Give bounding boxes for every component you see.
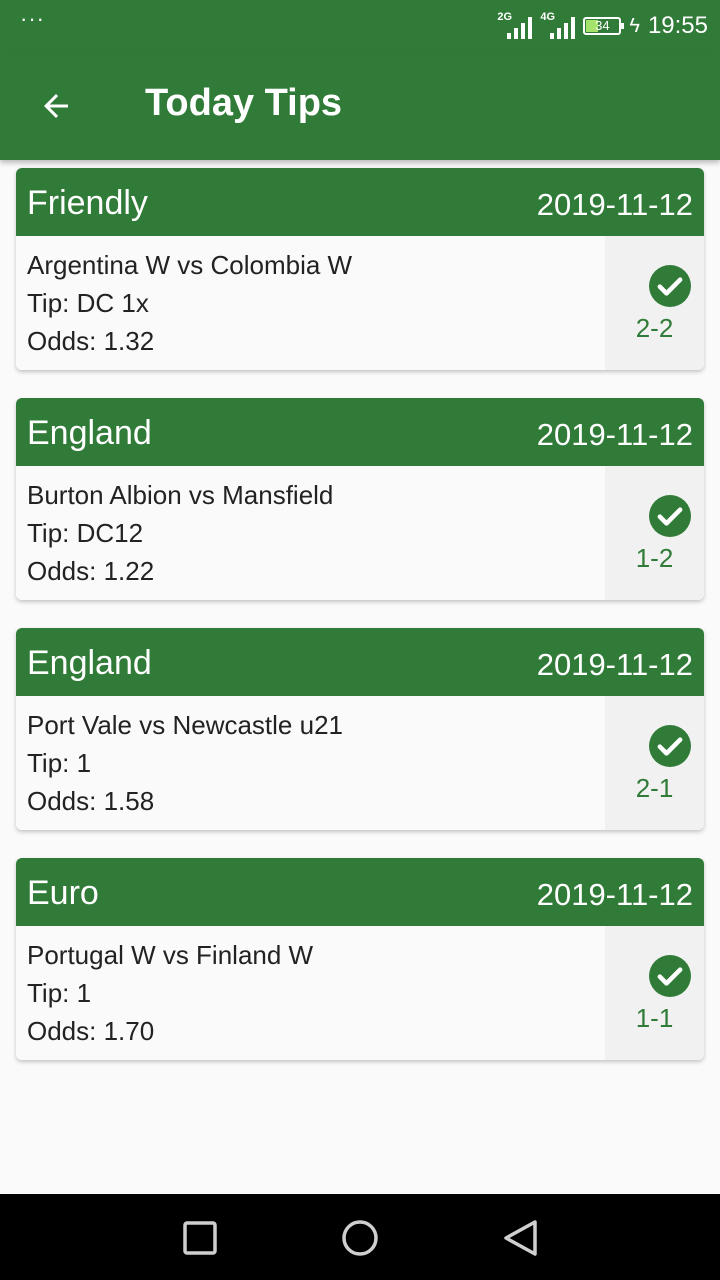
card-body: Port Vale vs Newcastle u21 Tip: 1 Odds: …	[16, 696, 605, 830]
home-button[interactable]	[332, 1210, 388, 1266]
tip-text: Tip: 1	[27, 748, 92, 778]
tip-card[interactable]: England 2019-11-12 Port Vale vs Newcastl…	[16, 628, 704, 830]
network-type-2g: 2G	[497, 11, 513, 23]
back-button[interactable]	[28, 78, 84, 134]
card-body: Argentina W vs Colombia W Tip: DC 1x Odd…	[16, 236, 605, 370]
system-back-button[interactable]	[492, 1210, 548, 1266]
league-name: Friendly	[27, 184, 148, 222]
match-date: 2019-11-12	[536, 647, 693, 682]
card-header: Euro 2019-11-12	[16, 858, 704, 926]
circle-icon	[342, 1220, 378, 1256]
battery-icon: 34	[583, 17, 625, 35]
match-score: 1-2	[635, 543, 674, 573]
tips-list[interactable]: Friendly 2019-11-12 Argentina W vs Colom…	[0, 160, 720, 1073]
recents-button[interactable]	[172, 1210, 228, 1266]
status-bar: ··· 2G 4G 34 ϟ 19:55	[0, 0, 720, 52]
signal-4g-icon: 4G	[540, 11, 576, 39]
tip-card[interactable]: England 2019-11-12 Burton Albion vs Mans…	[16, 398, 704, 600]
card-header: England 2019-11-12	[16, 628, 704, 696]
triangle-back-icon	[504, 1220, 537, 1256]
match-date: 2019-11-12	[536, 417, 693, 452]
match-teams: Argentina W vs Colombia W	[27, 250, 353, 280]
charging-icon: ϟ	[629, 15, 640, 37]
tip-text: Tip: DC12	[27, 518, 144, 548]
match-teams: Port Vale vs Newcastle u21	[27, 710, 343, 740]
battery-level: 34	[595, 18, 610, 33]
tip-card[interactable]: Friendly 2019-11-12 Argentina W vs Colom…	[16, 168, 704, 370]
league-name: England	[27, 414, 152, 452]
odds-text: Odds: 1.70	[27, 1016, 155, 1046]
status-icons: 2G 4G 34 ϟ 19:55	[497, 8, 708, 44]
square-icon	[183, 1221, 217, 1255]
match-score: 2-2	[635, 313, 674, 343]
match-date: 2019-11-12	[536, 877, 693, 912]
page-title: Today Tips	[145, 82, 343, 124]
check-circle-icon	[649, 955, 691, 997]
app-bar: Today Tips	[0, 52, 720, 160]
card-body: Portugal W vs Finland W Tip: 1 Odds: 1.7…	[16, 926, 605, 1060]
league-name: England	[27, 644, 152, 682]
notification-dots: ···	[20, 6, 45, 31]
card-header: England 2019-11-12	[16, 398, 704, 466]
match-date: 2019-11-12	[536, 187, 693, 222]
card-body: Burton Albion vs Mansfield Tip: DC12 Odd…	[16, 466, 605, 600]
network-type-4g: 4G	[540, 11, 556, 23]
arrow-left-icon	[44, 94, 68, 118]
check-circle-icon	[649, 725, 691, 767]
odds-text: Odds: 1.58	[27, 786, 155, 816]
league-name: Euro	[27, 874, 99, 912]
match-teams: Portugal W vs Finland W	[27, 940, 314, 970]
tip-card[interactable]: Euro 2019-11-12 Portugal W vs Finland W …	[16, 858, 704, 1060]
check-circle-icon	[649, 495, 691, 537]
tip-text: Tip: DC 1x	[27, 288, 149, 318]
check-circle-icon	[649, 265, 691, 307]
match-score: 2-1	[635, 773, 674, 803]
tip-text: Tip: 1	[27, 978, 92, 1008]
match-score: 1-1	[635, 1003, 674, 1033]
match-teams: Burton Albion vs Mansfield	[27, 480, 334, 510]
signal-2g-icon: 2G	[497, 11, 533, 39]
odds-text: Odds: 1.22	[27, 556, 155, 586]
card-header: Friendly 2019-11-12	[16, 168, 704, 236]
status-time: 19:55	[647, 12, 708, 39]
odds-text: Odds: 1.32	[27, 326, 155, 356]
system-nav-bar	[0, 1194, 720, 1280]
